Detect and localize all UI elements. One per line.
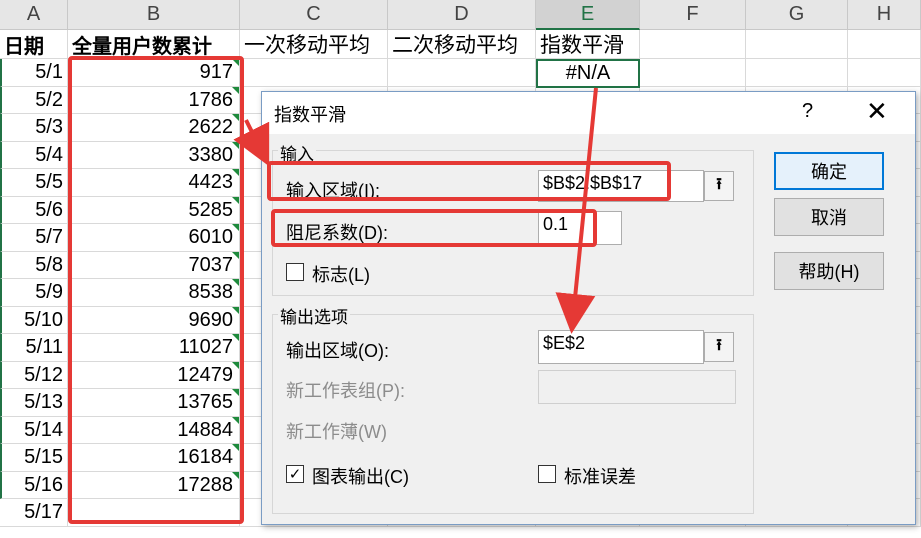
output-range-label: 输出区域(O): bbox=[286, 341, 389, 361]
cell-cumulative[interactable]: 14884 bbox=[68, 417, 240, 444]
header-g[interactable] bbox=[746, 30, 848, 59]
cell-cumulative[interactable]: 12479 bbox=[68, 362, 240, 389]
column-header-a[interactable]: A bbox=[0, 0, 68, 30]
cell-d[interactable] bbox=[388, 59, 536, 87]
dialog-title: 指数平滑 bbox=[274, 105, 346, 125]
std-error-checkbox[interactable] bbox=[538, 465, 556, 483]
header-f[interactable] bbox=[640, 30, 746, 59]
input-range-label: 输入区域(I): bbox=[286, 181, 380, 201]
std-error-label: 标准误差 bbox=[564, 467, 636, 487]
ok-button[interactable]: 确定 bbox=[774, 152, 884, 190]
cell-date[interactable]: 5/14 bbox=[0, 417, 68, 444]
cell-date[interactable]: 5/16 bbox=[0, 472, 68, 499]
cell-cumulative[interactable]: 8538 bbox=[68, 279, 240, 307]
new-sheet-field[interactable] bbox=[538, 370, 736, 404]
error-indicator-icon bbox=[232, 279, 239, 286]
error-indicator-icon bbox=[232, 87, 239, 94]
error-indicator-icon bbox=[232, 362, 239, 369]
column-header-f[interactable]: F bbox=[640, 0, 746, 30]
error-indicator-icon bbox=[232, 114, 239, 121]
cell-cumulative[interactable]: 16184 bbox=[68, 444, 240, 472]
close-icon[interactable]: ✕ bbox=[866, 96, 888, 127]
new-sheet-label: 新工作表组(P): bbox=[286, 381, 405, 401]
header-date[interactable]: 日期 bbox=[0, 30, 68, 59]
cell-cumulative[interactable]: 917 bbox=[68, 59, 240, 87]
input-range-picker-icon[interactable]: ⭱ bbox=[704, 171, 734, 201]
error-indicator-icon bbox=[232, 142, 239, 149]
cell-date[interactable]: 5/3 bbox=[0, 114, 68, 142]
cell-cumulative[interactable]: 3380 bbox=[68, 142, 240, 169]
column-header-e[interactable]: E bbox=[536, 0, 640, 30]
error-indicator-icon bbox=[232, 417, 239, 424]
cell-date[interactable]: 5/15 bbox=[0, 444, 68, 472]
chart-output-label: 图表输出(C) bbox=[312, 467, 409, 487]
cell-cumulative[interactable]: 1786 bbox=[68, 87, 240, 114]
labels-checkbox-label: 标志(L) bbox=[312, 265, 370, 285]
input-group-label: 输入 bbox=[278, 140, 316, 165]
header-ma1[interactable]: 一次移动平均 bbox=[240, 30, 388, 59]
chart-output-checkbox[interactable]: ✓ bbox=[286, 465, 304, 483]
cell-cumulative[interactable] bbox=[68, 499, 240, 527]
damping-label: 阻尼系数(D): bbox=[286, 223, 388, 243]
cell-cumulative[interactable]: 7037 bbox=[68, 252, 240, 279]
input-range-field[interactable]: $B$2:$B$17 bbox=[538, 170, 704, 202]
header-exp-smooth[interactable]: 指数平滑 bbox=[536, 30, 640, 59]
labels-checkbox[interactable] bbox=[286, 263, 304, 281]
error-indicator-icon bbox=[232, 472, 239, 479]
cell-c[interactable] bbox=[240, 59, 388, 87]
cell-g[interactable] bbox=[746, 59, 848, 87]
column-header-h[interactable]: H bbox=[848, 0, 921, 30]
cell-cumulative[interactable]: 11027 bbox=[68, 334, 240, 362]
column-header-b[interactable]: B bbox=[68, 0, 240, 30]
damping-field[interactable]: 0.1 bbox=[538, 211, 622, 245]
cell-date[interactable]: 5/17 bbox=[0, 499, 68, 527]
cell-cumulative[interactable]: 2622 bbox=[68, 114, 240, 142]
cell-date[interactable]: 5/9 bbox=[0, 279, 68, 307]
help-question-icon[interactable]: ? bbox=[802, 100, 813, 123]
cell-cumulative[interactable]: 4423 bbox=[68, 169, 240, 197]
error-indicator-icon bbox=[232, 334, 239, 341]
error-indicator-icon bbox=[232, 169, 239, 176]
cell-date[interactable]: 5/11 bbox=[0, 334, 68, 362]
cell-date[interactable]: 5/13 bbox=[0, 389, 68, 417]
cell-cumulative[interactable]: 13765 bbox=[68, 389, 240, 417]
new-book-label: 新工作薄(W) bbox=[286, 422, 387, 442]
error-indicator-icon bbox=[232, 252, 239, 259]
cell-date[interactable]: 5/5 bbox=[0, 169, 68, 197]
cell-date[interactable]: 5/4 bbox=[0, 142, 68, 169]
cell-cumulative[interactable]: 5285 bbox=[68, 197, 240, 224]
error-indicator-icon bbox=[232, 197, 239, 204]
cell-e2[interactable]: #N/A bbox=[536, 59, 640, 88]
output-group-label: 输出选项 bbox=[278, 303, 350, 328]
error-indicator-icon bbox=[232, 59, 239, 66]
cell-date[interactable]: 5/1 bbox=[0, 59, 68, 87]
output-range-picker-icon[interactable]: ⭱ bbox=[704, 332, 734, 362]
column-header-d[interactable]: D bbox=[388, 0, 536, 30]
cell-cumulative[interactable]: 6010 bbox=[68, 224, 240, 252]
output-range-field[interactable]: $E$2 bbox=[538, 330, 704, 364]
cell-h[interactable] bbox=[848, 59, 921, 87]
column-header-c[interactable]: C bbox=[240, 0, 388, 30]
error-indicator-icon bbox=[232, 444, 239, 451]
cell-date[interactable]: 5/2 bbox=[0, 87, 68, 114]
exp-smoothing-dialog: 指数平滑 ? ✕ 输入 输入区域(I): $B$2:$B$17 ⭱ 阻尼系数(D… bbox=[261, 91, 916, 525]
error-indicator-icon bbox=[232, 389, 239, 396]
cell-date[interactable]: 5/8 bbox=[0, 252, 68, 279]
cell-f[interactable] bbox=[640, 59, 746, 87]
error-indicator-icon bbox=[232, 224, 239, 231]
cell-cumulative[interactable]: 17288 bbox=[68, 472, 240, 499]
cell-date[interactable]: 5/6 bbox=[0, 197, 68, 224]
error-indicator-icon bbox=[232, 307, 239, 314]
help-button[interactable]: 帮助(H) bbox=[774, 252, 884, 290]
cell-date[interactable]: 5/12 bbox=[0, 362, 68, 389]
header-ma2[interactable]: 二次移动平均 bbox=[388, 30, 536, 59]
header-h[interactable] bbox=[848, 30, 921, 59]
dialog-titlebar[interactable]: 指数平滑 ? ✕ bbox=[262, 92, 915, 134]
cancel-button[interactable]: 取消 bbox=[774, 198, 884, 236]
cell-date[interactable]: 5/7 bbox=[0, 224, 68, 252]
column-header-g[interactable]: G bbox=[746, 0, 848, 30]
cell-cumulative[interactable]: 9690 bbox=[68, 307, 240, 334]
header-cumulative[interactable]: 全量用户数累计 bbox=[68, 30, 240, 59]
cell-date[interactable]: 5/10 bbox=[0, 307, 68, 334]
